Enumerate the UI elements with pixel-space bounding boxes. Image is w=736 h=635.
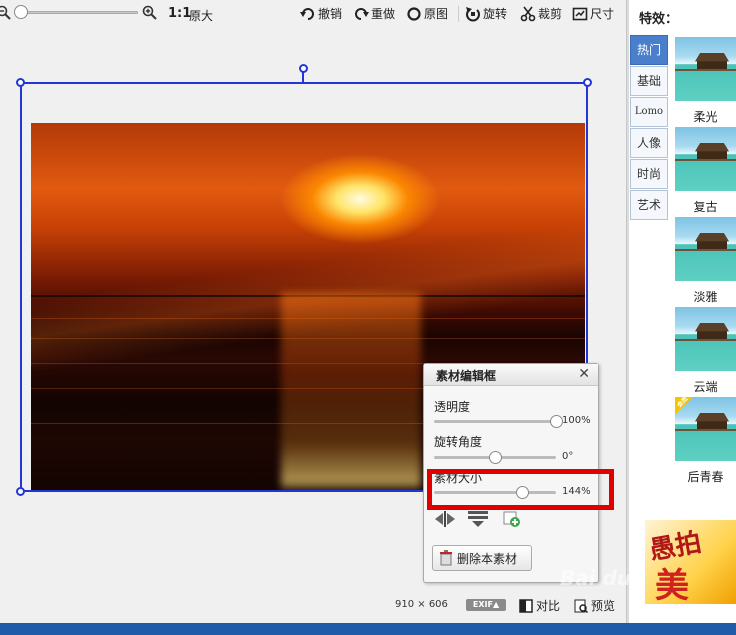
effects-panel: 特效： 热门 基础 Lomo 人像 时尚 艺术 柔光 复古 淡雅 云端 会员 后… xyxy=(629,0,736,623)
panel-title: 素材编辑框 xyxy=(436,369,497,383)
effect-label: 淡雅 xyxy=(693,290,718,304)
compare-button[interactable]: 对比 xyxy=(519,597,560,614)
rotate-label: 旋转 xyxy=(483,7,508,21)
baidu-watermark: Bai du xyxy=(560,566,632,590)
crop-label: 裁剪 xyxy=(538,7,563,21)
trash-icon xyxy=(440,550,452,566)
zoom-slider-track[interactable] xyxy=(16,11,138,14)
top-toolbar: 1:1 原大 撤销 重做 原图 旋转 裁剪 尺寸 xyxy=(0,0,626,28)
redo-button[interactable]: 重做 xyxy=(353,5,395,22)
bottom-taskbar xyxy=(0,623,736,635)
preview-button[interactable]: 预览 xyxy=(574,597,615,614)
rotate-button[interactable]: 旋转 xyxy=(465,5,507,22)
compare-icon xyxy=(519,598,533,613)
close-icon[interactable]: ✕ xyxy=(578,366,590,382)
zoom-slider-handle[interactable] xyxy=(14,5,28,19)
tab-art[interactable]: 艺术 xyxy=(630,190,668,220)
scissors-icon xyxy=(520,6,536,21)
effect-thumbnail[interactable] xyxy=(675,127,736,191)
resize-handle-top-left[interactable] xyxy=(16,78,25,87)
rotation-slider-handle[interactable] xyxy=(489,451,502,464)
undo-icon xyxy=(300,7,314,20)
promo-banner[interactable]: 愚拍 美 xyxy=(645,520,736,604)
redo-icon xyxy=(355,7,369,20)
opacity-slider-track[interactable] xyxy=(434,420,556,423)
effect-thumbnail[interactable]: 会员 xyxy=(675,395,736,461)
effect-label: 后青春 xyxy=(687,470,724,484)
toolbar-separator xyxy=(458,6,459,22)
effect-thumbnail[interactable] xyxy=(675,307,736,371)
crop-button[interactable]: 裁剪 xyxy=(520,5,562,22)
panel-header[interactable]: 素材编辑框 ✕ xyxy=(424,364,598,386)
compare-label: 对比 xyxy=(536,599,561,613)
tab-basic[interactable]: 基础 xyxy=(630,66,668,96)
resize-handle-bottom-left[interactable] xyxy=(16,487,25,496)
preview-icon xyxy=(574,599,588,613)
rotate-icon xyxy=(466,6,480,21)
flip-horizontal-icon[interactable] xyxy=(434,510,456,528)
resize-label: 尺寸 xyxy=(590,7,615,21)
promo-text: 美 xyxy=(655,566,689,604)
add-material-icon[interactable] xyxy=(502,510,524,528)
exif-button[interactable]: EXIF▲ xyxy=(466,599,506,611)
effect-label: 柔光 xyxy=(693,110,718,124)
delete-material-label: 删除本素材 xyxy=(457,551,518,566)
tab-popular[interactable]: 热门 xyxy=(630,35,668,65)
send-to-back-icon[interactable] xyxy=(467,510,489,528)
resize-icon xyxy=(572,7,588,20)
effect-label: 云端 xyxy=(693,380,718,394)
tab-fashion[interactable]: 时尚 xyxy=(630,159,668,189)
effect-thumbnail[interactable] xyxy=(675,217,736,281)
delete-material-button[interactable]: 删除本素材 xyxy=(432,545,532,571)
zoom-in-icon[interactable] xyxy=(142,5,158,21)
opacity-value: 100% xyxy=(562,415,591,426)
undo-button[interactable]: 撤销 xyxy=(300,5,342,22)
undo-label: 撤销 xyxy=(318,7,343,21)
effect-label: 复古 xyxy=(693,200,718,214)
redo-label: 重做 xyxy=(371,7,396,21)
original-size-button[interactable]: 原大 xyxy=(189,7,213,24)
annotation-highlight-box xyxy=(427,469,614,510)
circle-icon xyxy=(407,6,421,21)
rotation-angle-label: 旋转角度 xyxy=(434,435,483,449)
original-image-label: 原图 xyxy=(424,7,449,21)
rotation-value: 0° xyxy=(562,451,574,462)
effect-thumbnail[interactable] xyxy=(675,37,736,101)
zoom-out-icon[interactable] xyxy=(0,5,12,21)
resize-handle-top-right[interactable] xyxy=(583,78,592,87)
effects-title: 特效： xyxy=(639,12,679,27)
original-image-button[interactable]: 原图 xyxy=(406,5,448,22)
image-dimensions: 910 × 606 xyxy=(395,599,448,610)
tab-lomo[interactable]: Lomo xyxy=(630,97,668,127)
opacity-label: 透明度 xyxy=(434,400,471,414)
resize-button[interactable]: 尺寸 xyxy=(572,5,614,22)
preview-label: 预览 xyxy=(591,599,616,613)
rotation-handle[interactable] xyxy=(299,64,308,73)
actual-size-ratio[interactable]: 1:1 xyxy=(168,6,191,21)
tab-portrait[interactable]: 人像 xyxy=(630,128,668,158)
